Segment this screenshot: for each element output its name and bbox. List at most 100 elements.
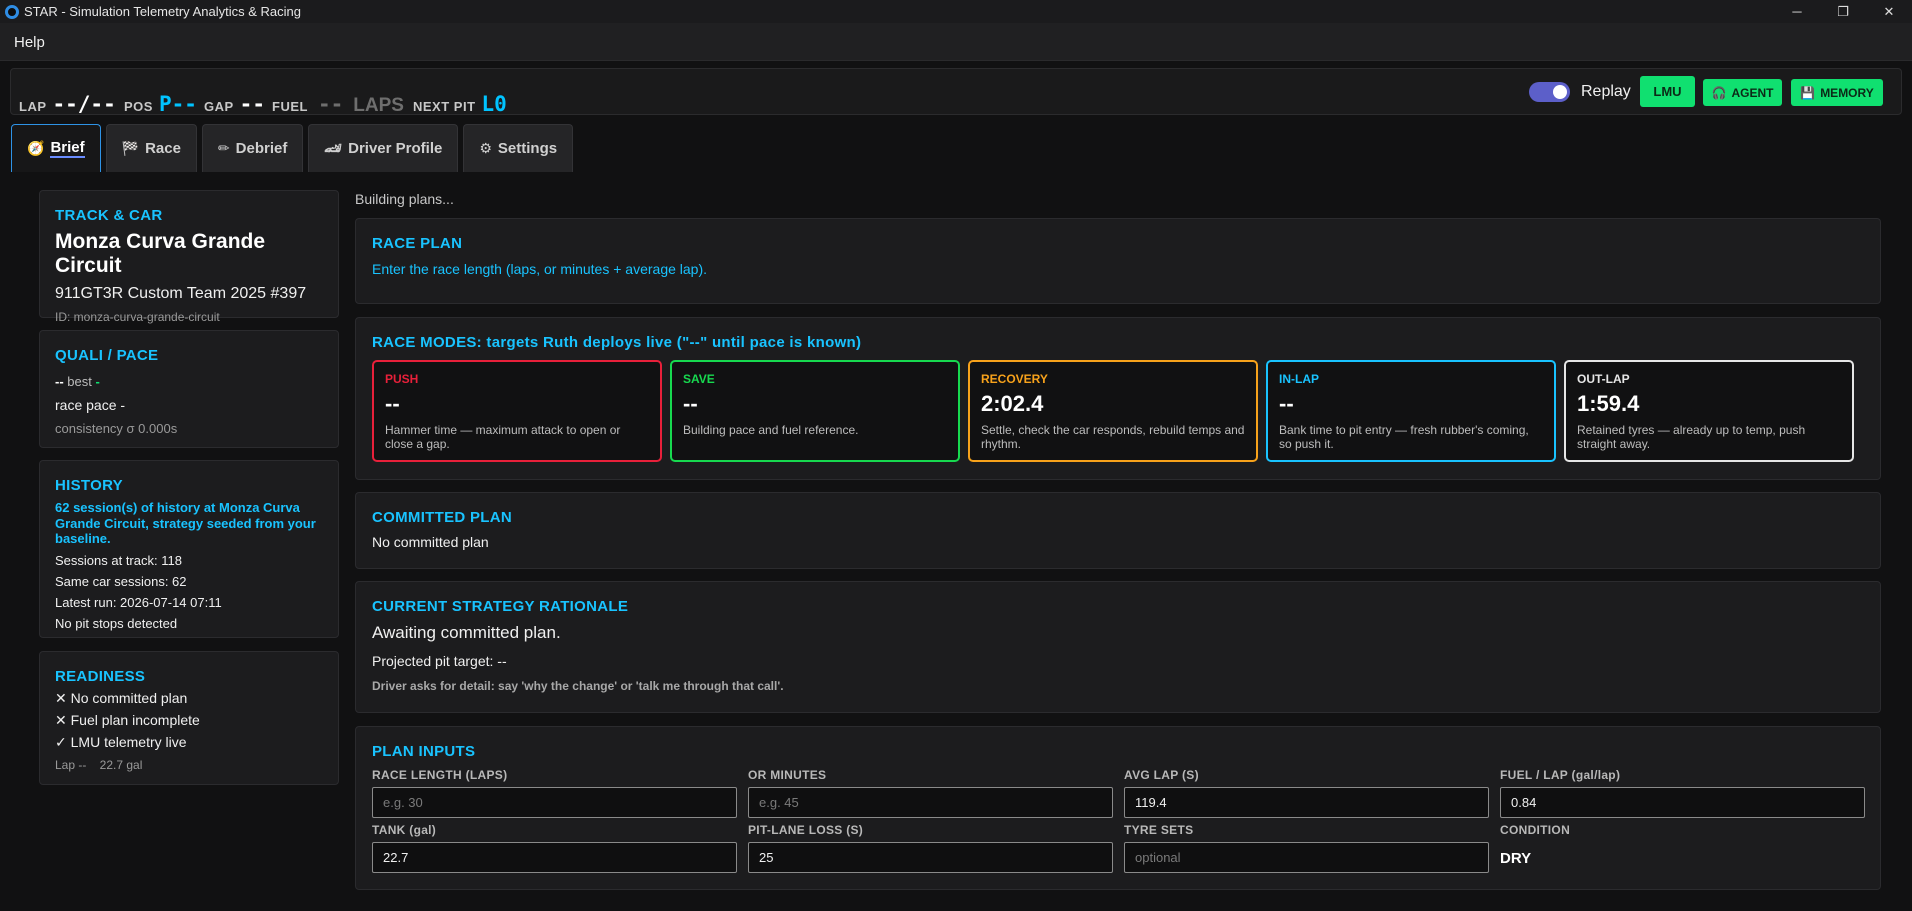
committed-plan-text: No committed plan	[372, 534, 489, 550]
agent-button-label: AGENT	[1731, 85, 1774, 100]
mode-recovery[interactable]: RECOVERY 2:02.4 Settle, check the car re…	[968, 360, 1258, 462]
lap-value: --/--	[52, 92, 116, 116]
avg-lap-field: AVG LAP (S)	[1124, 768, 1489, 823]
car-name: 911GT3R Custom Team 2025 #397	[55, 285, 307, 302]
mode-save[interactable]: SAVE -- Building pace and fuel reference…	[670, 360, 960, 462]
maximize-icon[interactable]: ❐	[1820, 0, 1866, 23]
replay-label: Replay	[1581, 83, 1631, 100]
menu-help[interactable]: Help	[14, 34, 45, 51]
lmu-button[interactable]: LMU	[1640, 76, 1695, 107]
fuel-stat: FUEL -- LAPS	[272, 69, 404, 116]
condition-value[interactable]: DRY	[1500, 850, 1865, 867]
rationale-awaiting: Awaiting committed plan.	[372, 623, 561, 642]
driver-hint: Driver asks for detail: say 'why the cha…	[372, 679, 784, 693]
fuel-per-lap-input[interactable]	[1500, 787, 1865, 818]
checkered-flag-icon: 🏁	[121, 140, 140, 156]
menu-bar: Help	[0, 23, 1912, 61]
tab-debrief-label: Debrief	[235, 140, 288, 157]
race-plan-card: RACE PLAN Enter the race length (laps, o…	[355, 218, 1881, 304]
readiness-title: READINESS	[55, 668, 146, 685]
race-plan-text: Enter the race length (laps, or minutes …	[372, 261, 708, 277]
memory-button[interactable]: 💾 MEMORY	[1791, 79, 1883, 106]
pit-lane-loss-field: PIT-LANE LOSS (S)	[748, 823, 1113, 878]
tab-brief-label: Brief	[50, 139, 85, 158]
app-logo-icon	[5, 4, 19, 19]
tab-driver-profile[interactable]: 🏎 Driver Profile	[308, 124, 459, 172]
best-lap-line: -- best -	[55, 374, 323, 389]
projected-pit-target: Projected pit target: --	[372, 653, 507, 669]
mode-name: PUSH	[385, 372, 419, 386]
mode-push[interactable]: PUSH -- Hammer time — maximum attack to …	[372, 360, 662, 462]
tab-settings-label: Settings	[497, 140, 558, 157]
memory-button-label: MEMORY	[1820, 85, 1874, 100]
readiness-item: ✓ LMU telemetry live	[55, 734, 187, 750]
fuel-value: --	[317, 92, 344, 116]
lap-stat: LAP --/--	[19, 69, 116, 116]
gap-stat: GAP --	[204, 69, 265, 116]
plan-inputs-grid: RACE LENGTH (LAPS) OR MINUTES AVG LAP (S…	[372, 768, 1865, 878]
quali-pace-card: QUALI / PACE -- best - race pace - consi…	[39, 330, 339, 448]
close-icon[interactable]: ✕	[1866, 0, 1912, 23]
building-status: Building plans...	[355, 191, 454, 207]
pos-stat: POS P--	[124, 69, 197, 116]
mode-target: 2:02.4	[981, 391, 1044, 416]
race-length-input[interactable]	[372, 787, 737, 818]
race-length-label: RACE LENGTH (LAPS)	[372, 768, 508, 782]
sessions-at-track: Sessions at track: 118	[55, 552, 182, 568]
track-car-card: TRACK & CAR Monza Curva Grande Circuit 9…	[39, 190, 339, 324]
tank-label: TANK (gal)	[372, 823, 437, 837]
history-card: HISTORY 62 session(s) of history at Monz…	[39, 460, 339, 638]
mode-description: Retained tyres — already up to temp, pus…	[1577, 423, 1806, 452]
lap-label: LAP	[19, 99, 47, 114]
mode-name: SAVE	[683, 372, 715, 386]
minutes-field: OR MINUTES	[748, 768, 1113, 823]
readiness-footer: Lap -- 22.7 gal	[55, 758, 143, 772]
tab-settings[interactable]: ⚙ Settings	[463, 124, 574, 172]
agent-button[interactable]: 🎧 AGENT	[1703, 79, 1782, 106]
plan-inputs-title: PLAN INPUTS	[372, 743, 476, 760]
tab-debrief[interactable]: ✏ Debrief	[201, 124, 304, 172]
fuel-per-lap-field: FUEL / LAP (gal/lap)	[1500, 768, 1865, 823]
minutes-input[interactable]	[748, 787, 1113, 818]
window-title: STAR - Simulation Telemetry Analytics & …	[24, 4, 301, 19]
tyre-sets-input[interactable]	[1124, 842, 1489, 873]
mode-target: --	[385, 391, 400, 416]
headset-icon: 🎧	[1711, 85, 1727, 100]
mode-description: Settle, check the car responds, rebuild …	[981, 423, 1245, 452]
tab-race[interactable]: 🏁 Race	[105, 124, 197, 172]
pos-label: POS	[124, 99, 153, 114]
tab-driver-profile-label: Driver Profile	[348, 140, 443, 157]
best-label: best	[67, 374, 92, 389]
mode-target: 1:59.4	[1577, 391, 1640, 416]
avg-lap-input[interactable]	[1124, 787, 1489, 818]
tyre-sets-field: TYRE SETS	[1124, 823, 1489, 878]
latest-run: Latest run: 2026-07-14 07:11	[55, 594, 222, 610]
mode-in-lap[interactable]: IN-LAP -- Bank time to pit entry — fresh…	[1266, 360, 1556, 462]
mode-description: Bank time to pit entry — fresh rubber's …	[1279, 423, 1529, 452]
track-id: ID: monza-curva-grande-circuit	[55, 310, 220, 324]
committed-plan-title: COMMITTED PLAN	[372, 509, 513, 526]
track-car-title: TRACK & CAR	[55, 207, 163, 224]
tank-input[interactable]	[372, 842, 737, 873]
strategy-rationale-card: CURRENT STRATEGY RATIONALE Awaiting comm…	[355, 581, 1881, 713]
pit-lane-loss-label: PIT-LANE LOSS (S)	[748, 823, 864, 837]
same-car-sessions: Same car sessions: 62	[55, 573, 187, 589]
minimize-icon[interactable]: ─	[1774, 0, 1820, 23]
gap-value: --	[239, 92, 265, 116]
race-car-icon: 🏎	[324, 140, 343, 156]
next-pit-value: L0	[481, 92, 507, 116]
mode-name: IN-LAP	[1279, 372, 1319, 386]
best-delta: -	[95, 374, 100, 389]
mode-out-lap[interactable]: OUT-LAP 1:59.4 Retained tyres — already …	[1564, 360, 1854, 462]
pit-lane-loss-input[interactable]	[748, 842, 1113, 873]
replay-toggle[interactable]	[1529, 82, 1570, 102]
fuel-per-lap-label: FUEL / LAP (gal/lap)	[1500, 768, 1621, 782]
race-length-field: RACE LENGTH (LAPS)	[372, 768, 737, 823]
main-tabs: 🧭 Brief 🏁 Race ✏ Debrief 🏎 Driver Profil…	[11, 124, 574, 172]
history-title: HISTORY	[55, 477, 123, 494]
readiness-card: READINESS ✕ No committed plan ✕ Fuel pla…	[39, 651, 339, 785]
tab-brief[interactable]: 🧭 Brief	[11, 124, 101, 172]
race-pace: race pace -	[55, 397, 126, 413]
race-modes-title: RACE MODES: targets Ruth deploys live ("…	[372, 334, 862, 351]
next-pit-stat: NEXT PIT L0	[413, 69, 507, 116]
